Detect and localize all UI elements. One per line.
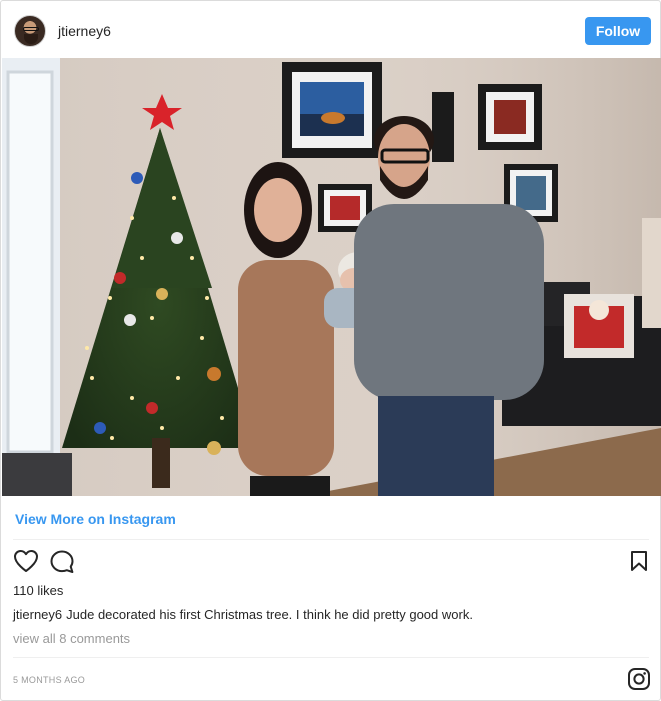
avatar[interactable] <box>14 15 46 47</box>
follow-button[interactable]: Follow <box>585 17 651 45</box>
caption-text: Jude decorated his first Christmas tree.… <box>66 607 473 622</box>
instagram-icon[interactable] <box>627 667 651 696</box>
heart-icon[interactable] <box>13 549 39 578</box>
post-timestamp: 5 MONTHS AGO <box>13 675 86 685</box>
post-photo[interactable] <box>2 58 661 496</box>
divider <box>13 657 649 658</box>
view-more-link[interactable]: View More on Instagram <box>15 511 176 527</box>
instagram-embed-card: jtierney6 Follow View More on Instagram … <box>0 0 661 701</box>
caption-username[interactable]: jtierney6 <box>13 607 62 622</box>
caption: jtierney6 Jude decorated his first Christ… <box>13 607 473 622</box>
divider <box>13 539 649 540</box>
comment-bubble-icon[interactable] <box>49 549 75 580</box>
bookmark-icon[interactable] <box>629 550 649 577</box>
username[interactable]: jtierney6 <box>58 23 111 39</box>
view-comments-link[interactable]: view all 8 comments <box>13 631 130 646</box>
likes-count[interactable]: 110 likes <box>13 583 63 598</box>
post-header: jtierney6 Follow <box>1 1 660 58</box>
